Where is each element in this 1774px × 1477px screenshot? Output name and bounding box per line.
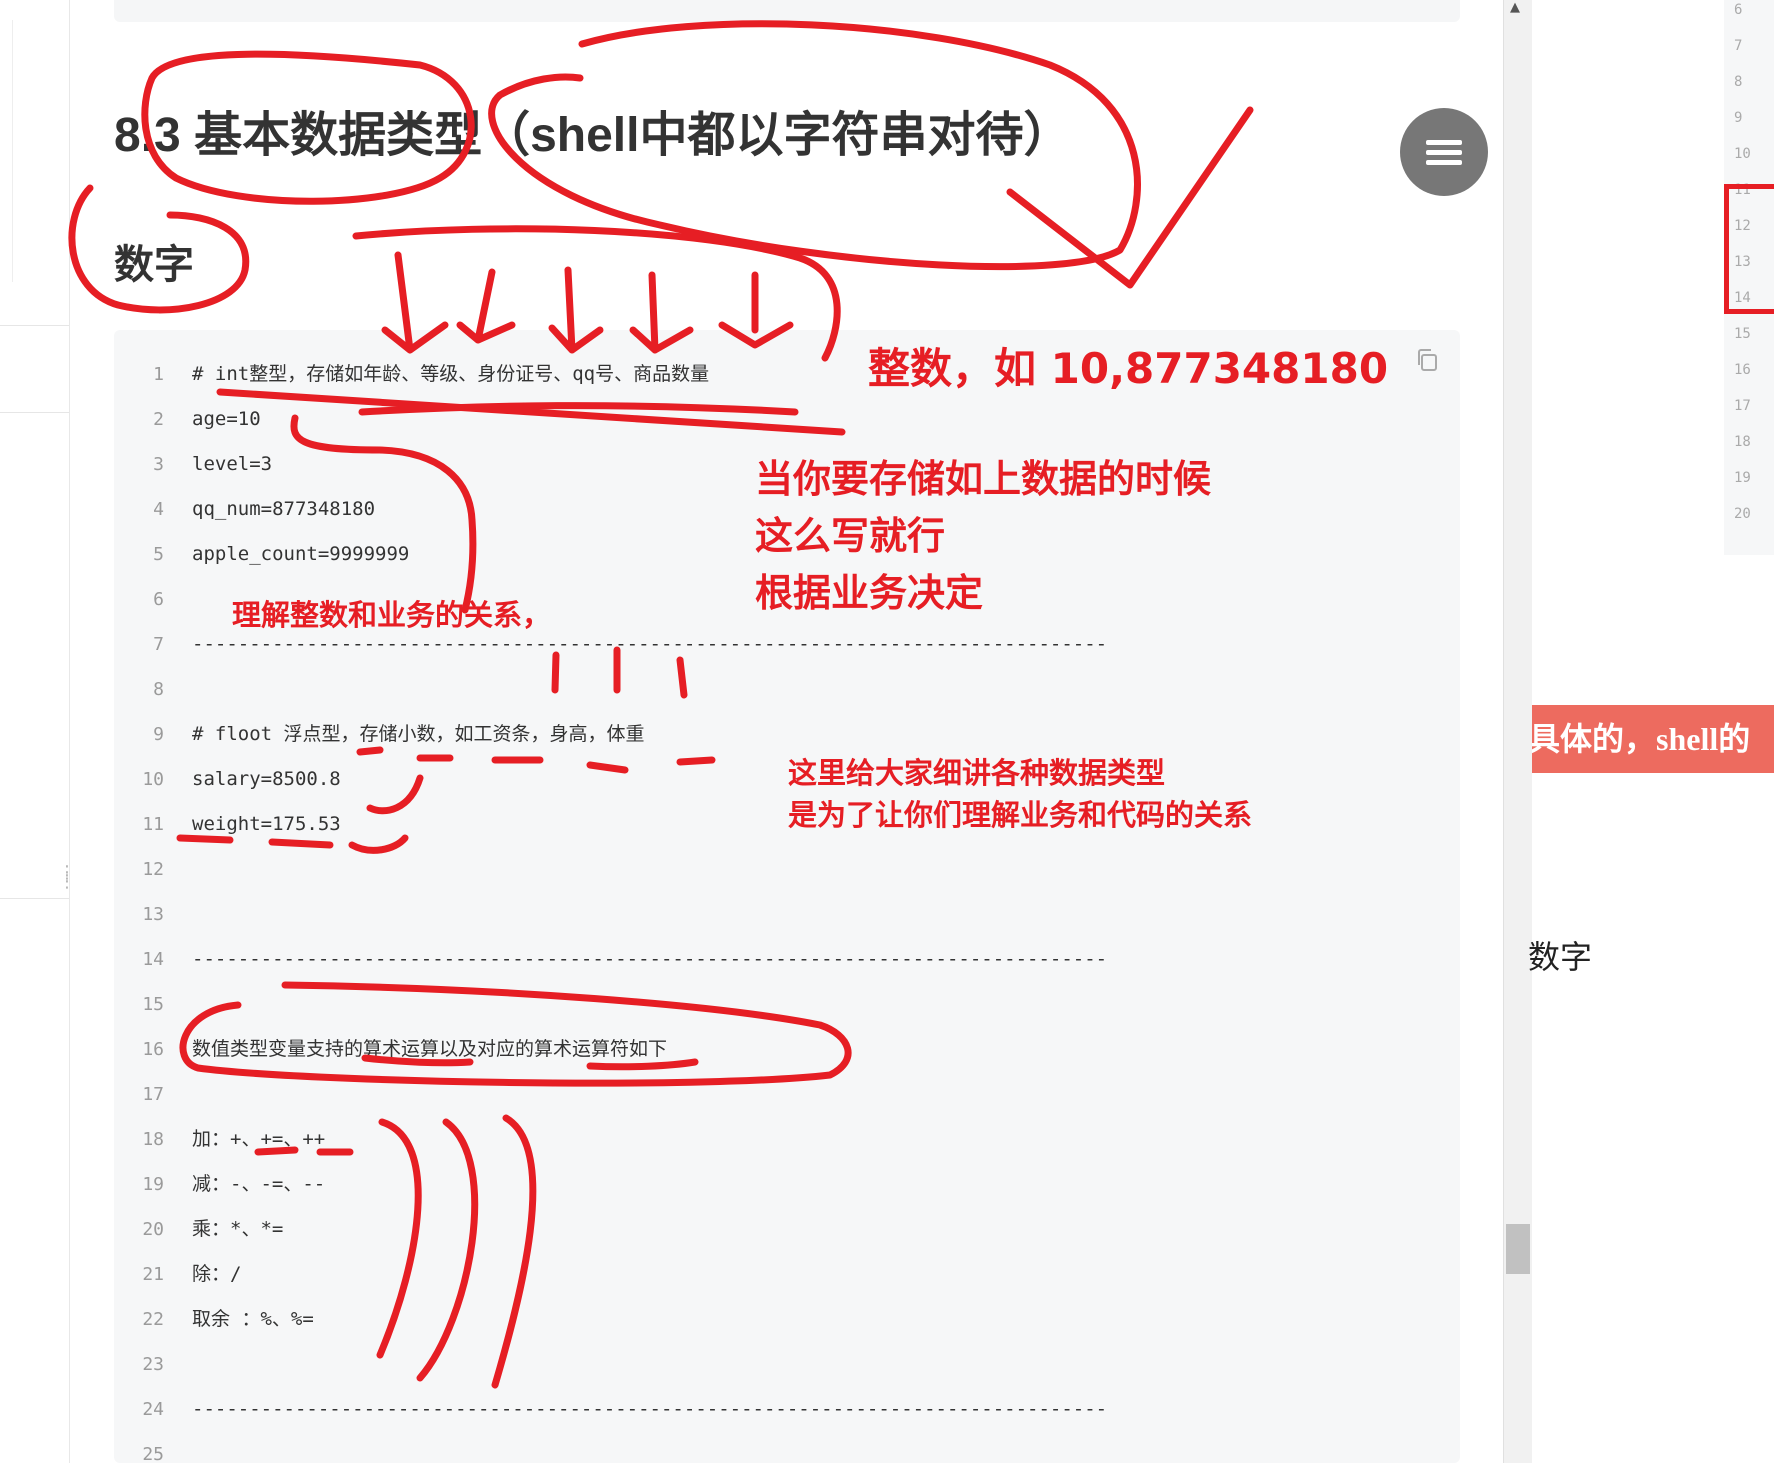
line-number: 11 [142,814,164,835]
code-line: 13 [114,892,1314,937]
line-number: 13 [142,904,164,925]
divider [0,898,69,899]
line-number: 6 [153,589,164,610]
drag-handle-icon[interactable]: ⋮ ⋮ [58,864,76,891]
sidebar-panel [0,20,13,282]
code-line: 12 [114,847,1314,892]
mini-line-number: 15 [1734,326,1751,342]
line-number: 16 [142,1039,164,1060]
code-text: 加：+、+=、++ [192,1128,326,1150]
code-text: 除：/ [192,1263,242,1285]
code-text: level=3 [192,453,273,475]
hamburger-menu-icon-bar [1426,150,1462,155]
line-number: 18 [142,1129,164,1150]
code-line: 15 [114,982,1314,1027]
menu-button[interactable] [1400,108,1488,196]
annotation-store-note: 当你要存储如上数据的时候 [755,457,1212,501]
code-line: 8 [114,667,1314,712]
code-line: 17 [114,1072,1314,1117]
subsection-heading: 数字 [114,243,194,287]
copy-icon[interactable] [1416,348,1438,372]
line-number: 4 [153,499,164,520]
line-number: 20 [142,1219,164,1240]
line-number: 19 [142,1174,164,1195]
mini-line-number: 16 [1734,362,1751,378]
code-line: 23 [114,1342,1314,1387]
line-number: 8 [153,679,164,700]
annotation-explain-note: 是为了让你们理解业务和代码的关系 [788,798,1253,832]
code-line: 2 age=10 [114,397,1314,442]
code-line: 21 除：/ [114,1252,1314,1297]
highlight-box [1724,184,1774,314]
line-number: 23 [142,1354,164,1375]
mini-line-number: 17 [1734,398,1751,414]
annotation-store-note: 这么写就行 [755,514,946,558]
line-number: 7 [153,634,164,655]
line-number: 15 [142,994,164,1015]
code-text: ----------------------------------------… [192,948,1108,970]
code-text: weight=175.53 [192,813,341,835]
code-text: age=10 [192,408,261,430]
mini-line-number: 20 [1734,506,1751,522]
line-number: 25 [142,1444,164,1465]
code-line: 20 乘：*、*= [114,1207,1314,1252]
code-text: # floot 浮点型，存储小数，如工资条，身高，体重 [192,723,645,745]
code-line: 16 数值类型变量支持的算术运算以及对应的算术运算符如下 [114,1027,1314,1072]
line-number: 2 [153,409,164,430]
divider [0,412,69,413]
code-text: # int整型，存储如年龄、等级、身份证号、qq号、商品数量 [192,363,710,385]
line-number: 12 [142,859,164,880]
code-line: 18 加：+、+=、++ [114,1117,1314,1162]
mini-line-number: 6 [1734,2,1743,18]
hamburger-menu-icon [1426,140,1462,145]
annotation-store-note: 根据业务决定 [755,571,984,615]
code-text: ----------------------------------------… [192,1398,1108,1420]
code-text: qq_num=877348180 [192,498,376,520]
code-text: 数值类型变量支持的算术运算以及对应的算术运算符如下 [192,1038,668,1060]
code-line: 19 减：-、-=、-- [114,1162,1314,1207]
previous-code-block [114,0,1460,22]
code-text: salary=8500.8 [192,768,341,790]
code-text: 减：-、-=、-- [192,1173,326,1195]
mini-line-number: 7 [1734,38,1743,54]
line-number: 17 [142,1084,164,1105]
right-body-text: 数字 [1528,939,1593,975]
line-number: 5 [153,544,164,565]
line-number: 9 [153,724,164,745]
mini-line-number: 18 [1734,434,1751,450]
code-line: 25 [114,1432,1314,1477]
scroll-up-arrow-icon[interactable]: ▲ [1510,0,1520,15]
line-number: 22 [142,1309,164,1330]
code-line: 22 取余 ：%、%= [114,1297,1314,1342]
line-number: 24 [142,1399,164,1420]
code-line: 24 --------------------------------------… [114,1387,1314,1432]
mini-line-number: 19 [1734,470,1751,486]
divider [0,325,69,326]
code-text: 取余 ：%、%= [192,1308,314,1330]
line-number: 21 [142,1264,164,1285]
annotation-explain-note: 这里给大家细讲各种数据类型 [788,756,1166,790]
left-sidebar: ⋮ ⋮ [0,0,76,1463]
section-heading: 8.3 基本数据类型（shell中都以字符串对待） [114,109,1072,162]
scrollbar-thumb[interactable] [1506,1224,1530,1274]
line-number: 1 [153,364,164,385]
annotation-understand-note: 理解整数和业务的关系， [232,598,552,632]
code-line: 14 --------------------------------------… [114,937,1314,982]
annotation-integer-example: 整数，如 10,877348180 [868,344,1389,393]
highlight-banner: 具体的，shell的 [1532,705,1774,773]
code-text: apple_count=9999999 [192,543,410,565]
mini-line-number: 10 [1734,146,1751,162]
line-number: 10 [142,769,164,790]
mini-line-number: 8 [1734,74,1743,90]
mini-line-number: 9 [1734,110,1743,126]
code-line: 5 apple_count=9999999 [114,532,1314,577]
line-number: 14 [142,949,164,970]
code-text: 乘：*、*= [192,1218,284,1240]
hamburger-menu-icon-bar [1426,160,1462,165]
line-number: 3 [153,454,164,475]
